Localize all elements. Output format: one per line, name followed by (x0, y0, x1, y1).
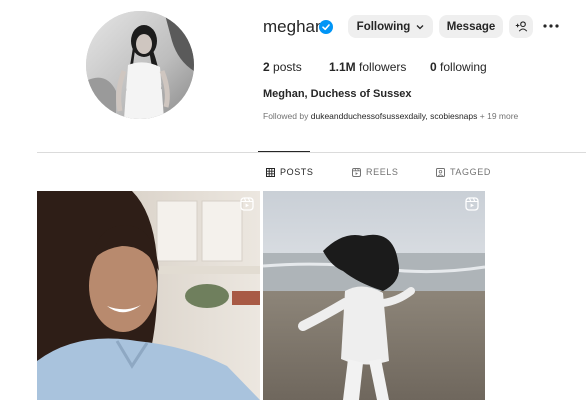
followed-by-prefix: Followed by (263, 111, 309, 121)
tab-tagged[interactable]: TAGGED (436, 167, 491, 177)
suggested-accounts-button[interactable] (509, 15, 533, 38)
message-button-label: Message (446, 20, 496, 33)
followers-count: 1.1M (329, 60, 356, 74)
post-tile-1[interactable] (37, 191, 260, 400)
following-stat[interactable]: 0 following (430, 60, 487, 74)
posts-count: 2 (263, 60, 270, 74)
following-count: 0 (430, 60, 437, 74)
post-image-portrait (37, 191, 260, 400)
profile-username: meghan (263, 17, 325, 36)
followers-label: followers (359, 60, 407, 74)
tagged-icon (436, 167, 445, 177)
tab-tagged-label: TAGGED (450, 167, 491, 177)
chevron-down-icon (416, 24, 424, 29)
tab-reels[interactable]: REELS (352, 167, 399, 177)
post-image-beach (263, 191, 485, 400)
profile-avatar[interactable] (86, 11, 194, 119)
reel-icon (465, 197, 479, 211)
reel-icon (240, 197, 254, 211)
verified-badge-icon (319, 20, 333, 34)
tabs-divider (37, 152, 586, 153)
reels-icon (352, 167, 361, 177)
avatar-image (86, 11, 194, 119)
add-user-icon (515, 21, 527, 32)
post-tile-2[interactable] (263, 191, 485, 400)
active-tab-indicator (258, 151, 310, 152)
followed-by-text[interactable]: Followed by dukeandduchessofsussexdaily,… (263, 111, 518, 121)
tab-posts-label: POSTS (280, 167, 314, 177)
tab-reels-label: REELS (366, 167, 399, 177)
followed-by-suffix: + 19 more (479, 111, 519, 121)
followed-by-accounts: dukeandduchessofsussexdaily, scobiesnaps (310, 111, 478, 121)
more-options-icon (543, 24, 559, 28)
following-button[interactable]: Following (348, 15, 433, 38)
message-button[interactable]: Message (439, 15, 503, 38)
grid-icon (266, 167, 275, 177)
followers-stat[interactable]: 1.1M followers (329, 60, 406, 74)
posts-label: posts (273, 60, 302, 74)
options-button[interactable] (540, 16, 562, 36)
posts-count-stat: 2 posts (263, 60, 302, 74)
tab-posts[interactable]: POSTS (266, 167, 314, 177)
following-stat-label: following (440, 60, 487, 74)
following-button-label: Following (356, 20, 411, 33)
profile-full-name: Meghan, Duchess of Sussex (263, 88, 412, 100)
